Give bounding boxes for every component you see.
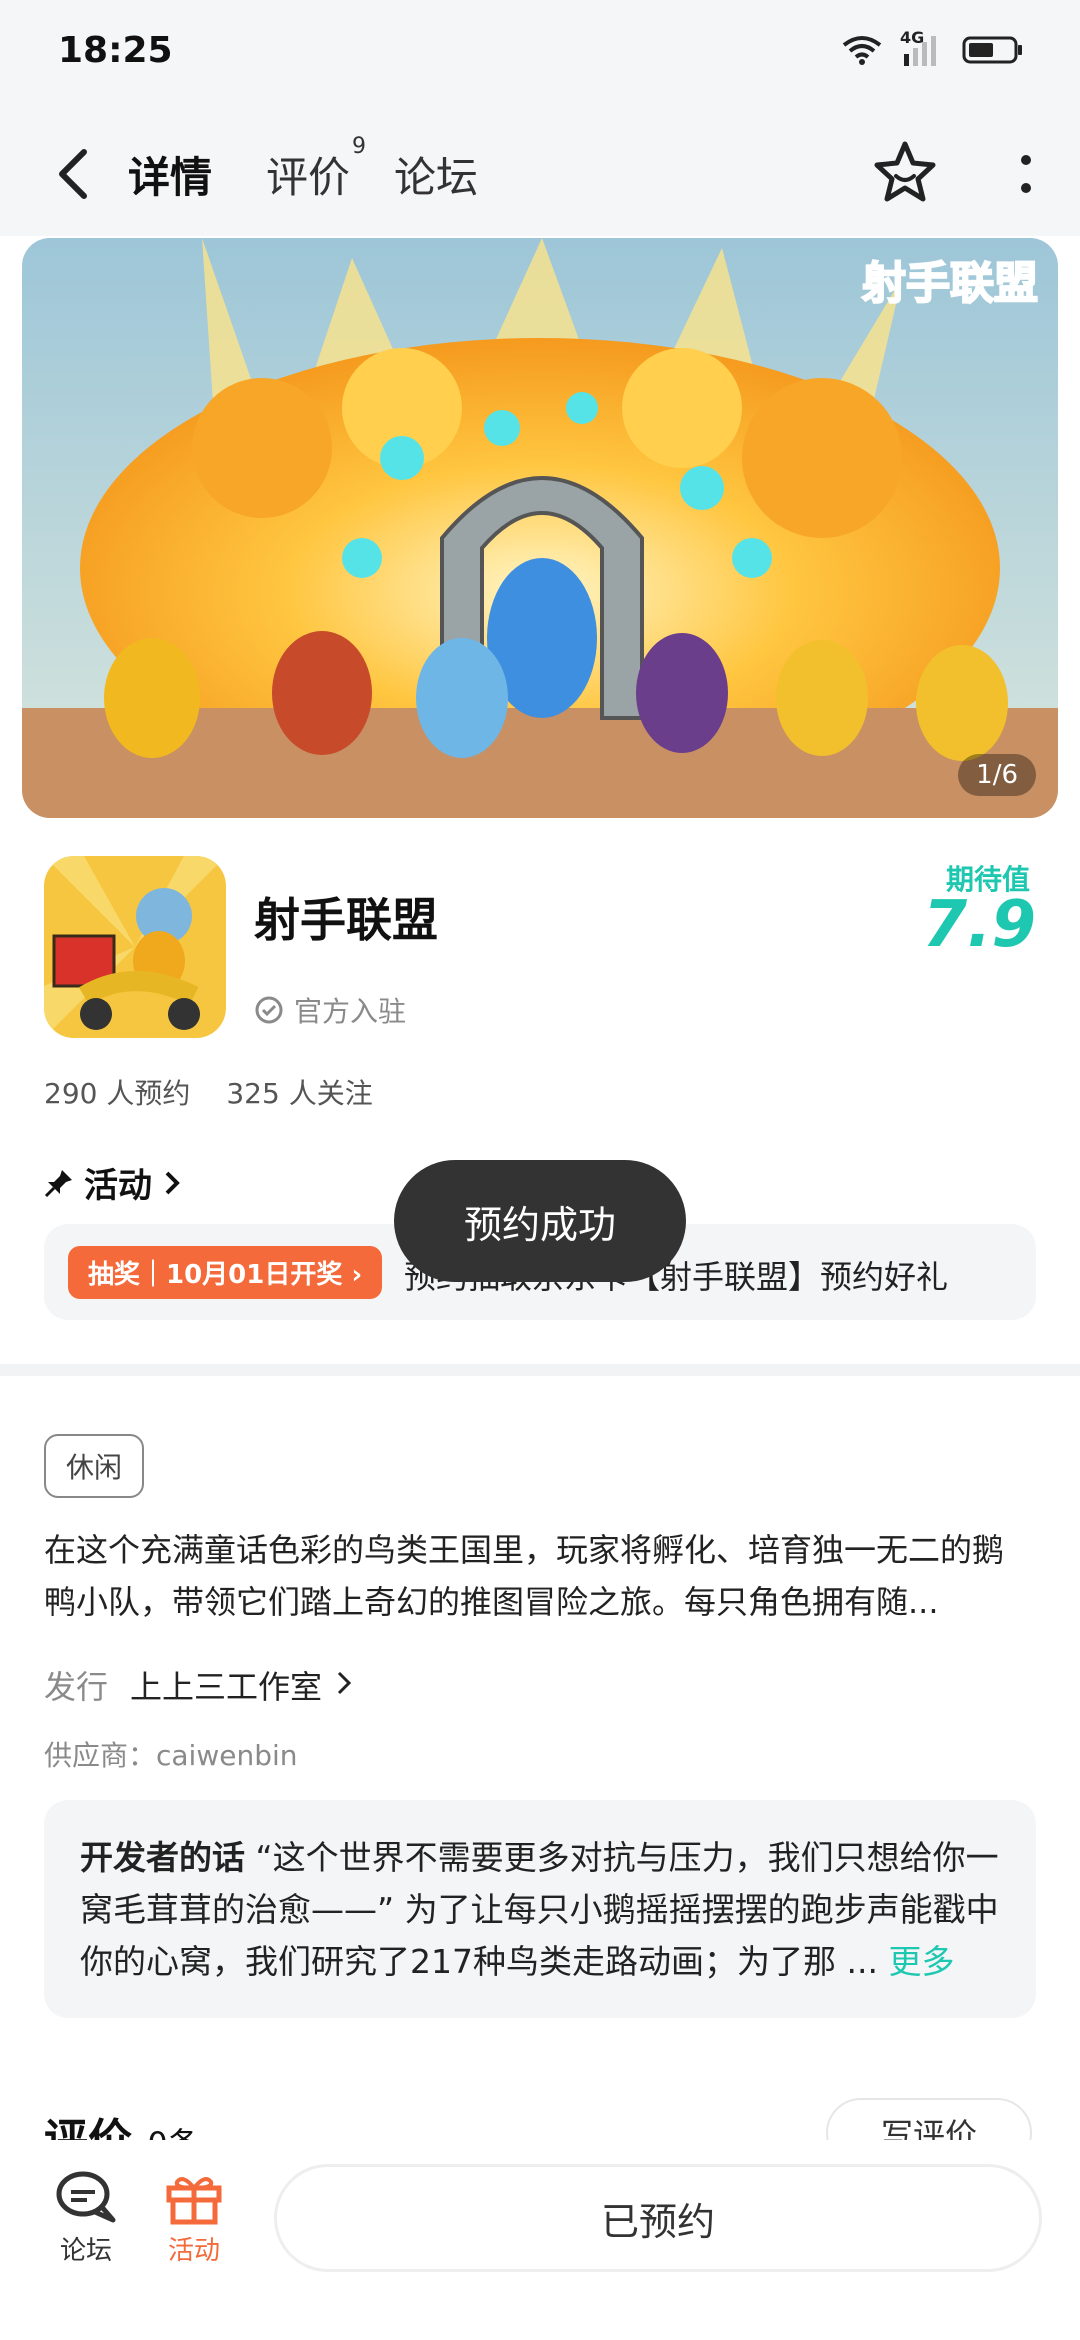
app-icon — [44, 856, 226, 1038]
official-label: 官方入驻 — [294, 995, 407, 1028]
lottery-tag: 抽奖｜10月01日开奖 › — [68, 1246, 383, 1299]
tab-details[interactable]: 详情 — [124, 144, 217, 207]
toast-message: 预约成功 — [394, 1160, 686, 1282]
tab-details-label: 详情 — [128, 153, 213, 202]
activity-title: 活动 — [84, 1166, 152, 1206]
tab-forum-label: 论坛 — [394, 153, 479, 202]
tab-forum[interactable]: 论坛 — [394, 144, 478, 205]
status-icons: 4G — [842, 28, 1024, 66]
forum-chat-icon — [56, 2171, 116, 2223]
developer-note[interactable]: 开发者的话 “这个世界不需要更多对抗与压力，我们只想给你一窝毛茸茸的治愈——” … — [44, 1800, 1036, 2018]
tab-reviews[interactable]: 评价 9 — [266, 134, 366, 205]
nav-forum-label: 论坛 — [59, 2236, 112, 2266]
genre-tag[interactable]: 休闲 — [44, 1434, 145, 1498]
more-link[interactable]: 更多 — [888, 1942, 954, 1981]
nav-activity-label: 活动 — [167, 2236, 220, 2266]
section-divider — [0, 1364, 1080, 1376]
favorite-star-icon[interactable] — [870, 138, 940, 208]
app-name: 射手联盟 — [254, 893, 438, 947]
verified-check-icon — [255, 996, 283, 1024]
official-badge: 官方入驻 — [254, 990, 406, 1030]
publisher-row[interactable]: 发行 上上三工作室 — [44, 1662, 354, 1708]
banner-artwork: 射手联盟 — [22, 238, 1058, 818]
pin-icon — [44, 1169, 72, 1197]
back-arrow-icon[interactable] — [52, 144, 96, 204]
game-description[interactable]: 在这个充满童话色彩的鸟类王国里，玩家将孵化、培育独一无二的鹅鸭小队，带领它们踏上… — [44, 1524, 1034, 1628]
banner-logo: 射手联盟 — [862, 258, 1038, 309]
chevron-right-icon — [337, 1671, 352, 1695]
banner-carousel[interactable]: 射手联盟 1/6 — [22, 238, 1058, 818]
supplier-info: 供应商：caiwenbin — [44, 1739, 298, 1772]
banner-pager: 1/6 — [958, 754, 1036, 796]
network-type: 4G — [900, 28, 925, 47]
bottom-action-bar: 论坛 活动 已预约 — [0, 2140, 1080, 2340]
nav-activity[interactable]: 活动 — [154, 2170, 234, 2267]
wifi-icon — [842, 36, 882, 65]
nav-forum[interactable]: 论坛 — [46, 2170, 126, 2267]
more-options-icon[interactable] — [1016, 150, 1036, 200]
signal-icon: 4G — [900, 28, 944, 66]
top-nav: 详情 评价 9 论坛 — [0, 110, 1080, 236]
developer-note-title: 开发者的话 — [80, 1838, 245, 1877]
review-count-badge: 9 — [352, 134, 367, 159]
lottery-tag-label: 抽奖｜10月01日开奖 — [88, 1260, 343, 1290]
status-time: 18:25 — [58, 30, 173, 71]
reservation-count: 290 人预约 — [44, 1077, 191, 1110]
expectation-score: 7.9 — [922, 888, 1036, 962]
app-stats: 290 人预约 325 人关注 — [44, 1072, 373, 1112]
publisher-name: 上上三工作室 — [130, 1668, 323, 1706]
publisher-label: 发行 — [44, 1668, 109, 1706]
gift-icon — [166, 2177, 222, 2225]
chevron-right-icon — [165, 1171, 180, 1194]
chevron-right-icon: › — [351, 1260, 363, 1290]
reserved-button[interactable]: 已预约 — [274, 2164, 1042, 2272]
follower-count: 325 人关注 — [226, 1077, 373, 1110]
tab-reviews-label: 评价 — [266, 153, 351, 202]
status-bar: 18:25 4G — [0, 0, 1080, 110]
battery-icon — [962, 36, 1022, 64]
activity-header[interactable]: 活动 — [44, 1158, 182, 1207]
